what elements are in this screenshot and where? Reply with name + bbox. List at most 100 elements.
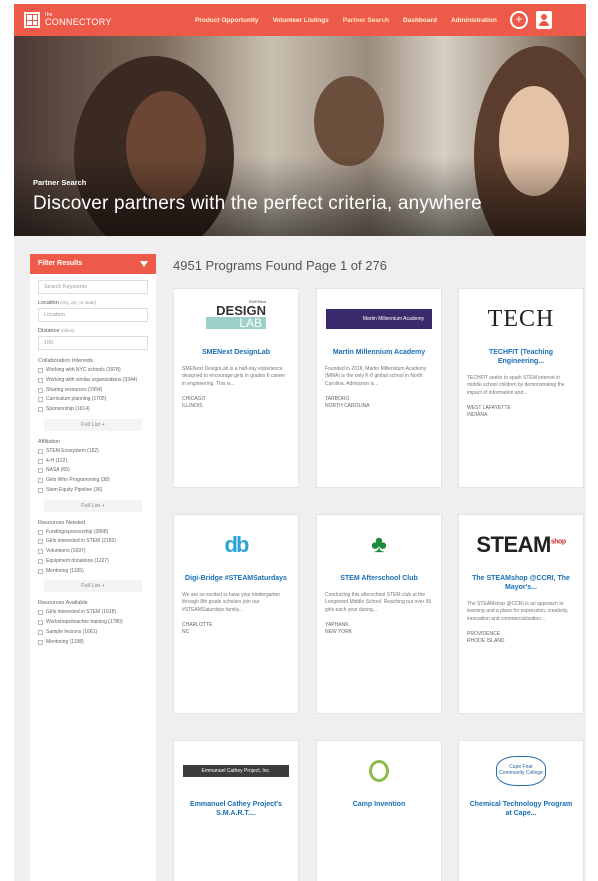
program-title[interactable]: The STEAMshop @CCRI, The Mayor's... [459, 575, 583, 593]
checkbox[interactable] [38, 397, 43, 403]
checkbox-row[interactable]: Girls interested in STEM (1918) [38, 609, 148, 616]
page-indicator: Page 1 of 276 [305, 258, 387, 273]
logo[interactable]: the CONNECTORY [24, 12, 124, 28]
nav-partner-search[interactable]: Partner Search [336, 17, 396, 24]
checkbox[interactable] [38, 529, 43, 535]
program-description: The STEAMshop @CCRI is an approach to le… [467, 600, 569, 622]
program-title[interactable]: SMENext DesignLab [174, 349, 298, 358]
logo-text: CONNECTORY [45, 17, 112, 27]
hero-subtitle: Partner Search [33, 178, 87, 187]
program-title[interactable]: STEM Afterschool Club [317, 575, 441, 584]
program-card[interactable]: Emmanuel Cathey Project, Inc. Emmanuel C… [173, 740, 299, 881]
checkbox[interactable] [38, 458, 43, 464]
checkbox[interactable] [38, 377, 43, 383]
program-card[interactable]: db Digi-Bridge #STEAMSaturdays We are so… [173, 514, 299, 714]
checkbox[interactable] [38, 558, 43, 564]
full-list-button[interactable]: Full List + [44, 499, 142, 512]
affiliation-heading: Affiliation [38, 438, 61, 445]
logo-grid-icon [24, 12, 40, 28]
program-card[interactable]: STEAMshop The STEAMshop @CCRI, The Mayor… [458, 514, 584, 714]
checkbox-row[interactable]: Curriculum planning (1705) [38, 396, 148, 403]
nav-product-opportunity[interactable]: Product Opportunity [188, 17, 266, 24]
checkbox[interactable] [38, 549, 43, 554]
collaboration-interests-heading: Collaboration Interests [38, 358, 94, 364]
program-title[interactable]: Martin Millennium Academy [317, 349, 441, 358]
checkbox-row[interactable]: STEM Ecosystem (152) [38, 448, 148, 455]
checkbox[interactable] [38, 448, 43, 454]
checkbox-row[interactable]: Volunteers (1697) [38, 548, 148, 555]
checkbox-row[interactable]: Stem Equity Pipeline (36) [38, 487, 148, 494]
program-card[interactable]: Martin Millennium Academy Martin Millenn… [316, 288, 442, 488]
filter-results-label: Filter Results [38, 260, 83, 267]
checkbox-row[interactable]: Funding/sponsorship (2808) [38, 529, 148, 536]
checkbox-row[interactable]: Girls Who Programming (38) [38, 477, 148, 484]
nav-volunteer-listings[interactable]: Volunteer Listings [266, 17, 336, 24]
checkbox[interactable] [38, 568, 43, 574]
filter-results-header[interactable]: Filter Results [30, 254, 156, 274]
distance-input[interactable]: 100 [38, 336, 148, 350]
checkbox[interactable] [38, 629, 43, 635]
checkbox[interactable] [38, 487, 43, 493]
checkbox[interactable] [38, 468, 43, 474]
checkbox-row[interactable]: Sponsorship (1614) [38, 406, 148, 413]
program-card[interactable]: TECH TECHFIT (Teaching Engineering... TE… [458, 288, 584, 488]
content-area: Filter Results Search Keywords Location … [14, 236, 586, 881]
checkbox-row[interactable]: NASA (65) [38, 467, 148, 474]
distance-label: Distance [38, 328, 60, 334]
camp-invention-logo [369, 760, 389, 782]
user-icon[interactable] [535, 11, 552, 29]
location-input[interactable]: Location [38, 308, 148, 322]
checkbox[interactable] [38, 639, 43, 645]
full-list-button[interactable]: Full List + [44, 580, 142, 593]
program-card[interactable]: SWENext DESIGN LAB SMENext DesignLab SME… [173, 288, 299, 488]
program-location: Tarboro North Carolina [325, 396, 370, 410]
program-description: We are so excited to have your kindergar… [182, 591, 281, 613]
program-title[interactable]: TECHFIT (Teaching Engineering... [459, 349, 583, 367]
checkbox-row[interactable]: Working with NYC schools (3978) [38, 367, 148, 374]
funnel-icon [140, 261, 148, 267]
steamshop-logo: STEAMshop [476, 532, 566, 557]
full-list-button[interactable]: Full List + [44, 418, 142, 431]
checkbox-row[interactable]: Workshops/teacher training (1780) [38, 619, 148, 626]
nav-dashboard[interactable]: Dashboard [396, 17, 444, 24]
checkbox-row[interactable]: Mentoring (1198) [38, 639, 148, 646]
program-description: Conducting this afterschool STEM club at… [325, 591, 432, 613]
checkbox-row[interactable]: Equipment donations (1227) [38, 558, 148, 565]
nav-administration[interactable]: Administration [444, 17, 504, 24]
martin-academy-logo: Martin Millennium Academy [326, 309, 432, 329]
checkbox[interactable] [38, 620, 43, 625]
checkbox[interactable] [38, 478, 43, 483]
digi-bridge-logo: db [224, 532, 250, 557]
resources-available-heading: Resources Available [38, 600, 88, 607]
program-title[interactable]: Chemical Technology Program at Cape... [459, 801, 583, 819]
checkbox-row[interactable]: 4-H (122) [38, 458, 148, 465]
checkbox-row[interactable]: Mentoring (1105) [38, 568, 148, 575]
checkbox[interactable] [38, 539, 43, 545]
checkbox-row[interactable]: Sharing resources (1954) [38, 387, 148, 394]
checkbox[interactable] [38, 407, 43, 412]
program-location: Yaphank New York [325, 622, 353, 636]
checkbox[interactable] [38, 368, 43, 373]
program-title[interactable]: Digi-Bridge #STEAMSaturdays [174, 575, 298, 584]
clover-icon: ♣ [371, 531, 387, 558]
checkbox-row[interactable]: Sample lessons (1661) [38, 629, 148, 636]
program-location: Charlotte NC [182, 622, 213, 636]
checkbox[interactable] [38, 610, 43, 616]
checkbox-row[interactable]: Working with similar organizations (3344… [38, 377, 148, 384]
search-keywords-input[interactable]: Search Keywords [38, 280, 148, 294]
location-hint: (city, zip, or state) [60, 300, 97, 305]
program-location: West Lafayette Indiana [467, 405, 511, 418]
program-card[interactable]: ♣ STEM Afterschool Club Conducting this … [316, 514, 442, 714]
checkbox[interactable] [38, 387, 43, 393]
techfit-logo: TECH [487, 305, 555, 332]
program-title[interactable]: Emmanuel Cathey Project's S.M.A.R.T.... [174, 801, 298, 819]
program-card[interactable]: Camp Invention [316, 740, 442, 881]
checkbox-row[interactable]: Girls interested in STEM (2182) [38, 538, 148, 545]
program-description: SMENext DesignLab is a half-day experien… [182, 365, 286, 387]
results-count: 4951 Programs Found Page 1 of 276 [173, 258, 387, 273]
cape-fear-logo: Cape Fear Community College [496, 756, 546, 786]
program-title[interactable]: Camp Invention [317, 801, 441, 810]
program-card[interactable]: Cape Fear Community College Chemical Tec… [458, 740, 584, 881]
hero-banner: Partner Search Discover partners with th… [14, 36, 586, 236]
plus-icon[interactable]: + [509, 11, 528, 29]
